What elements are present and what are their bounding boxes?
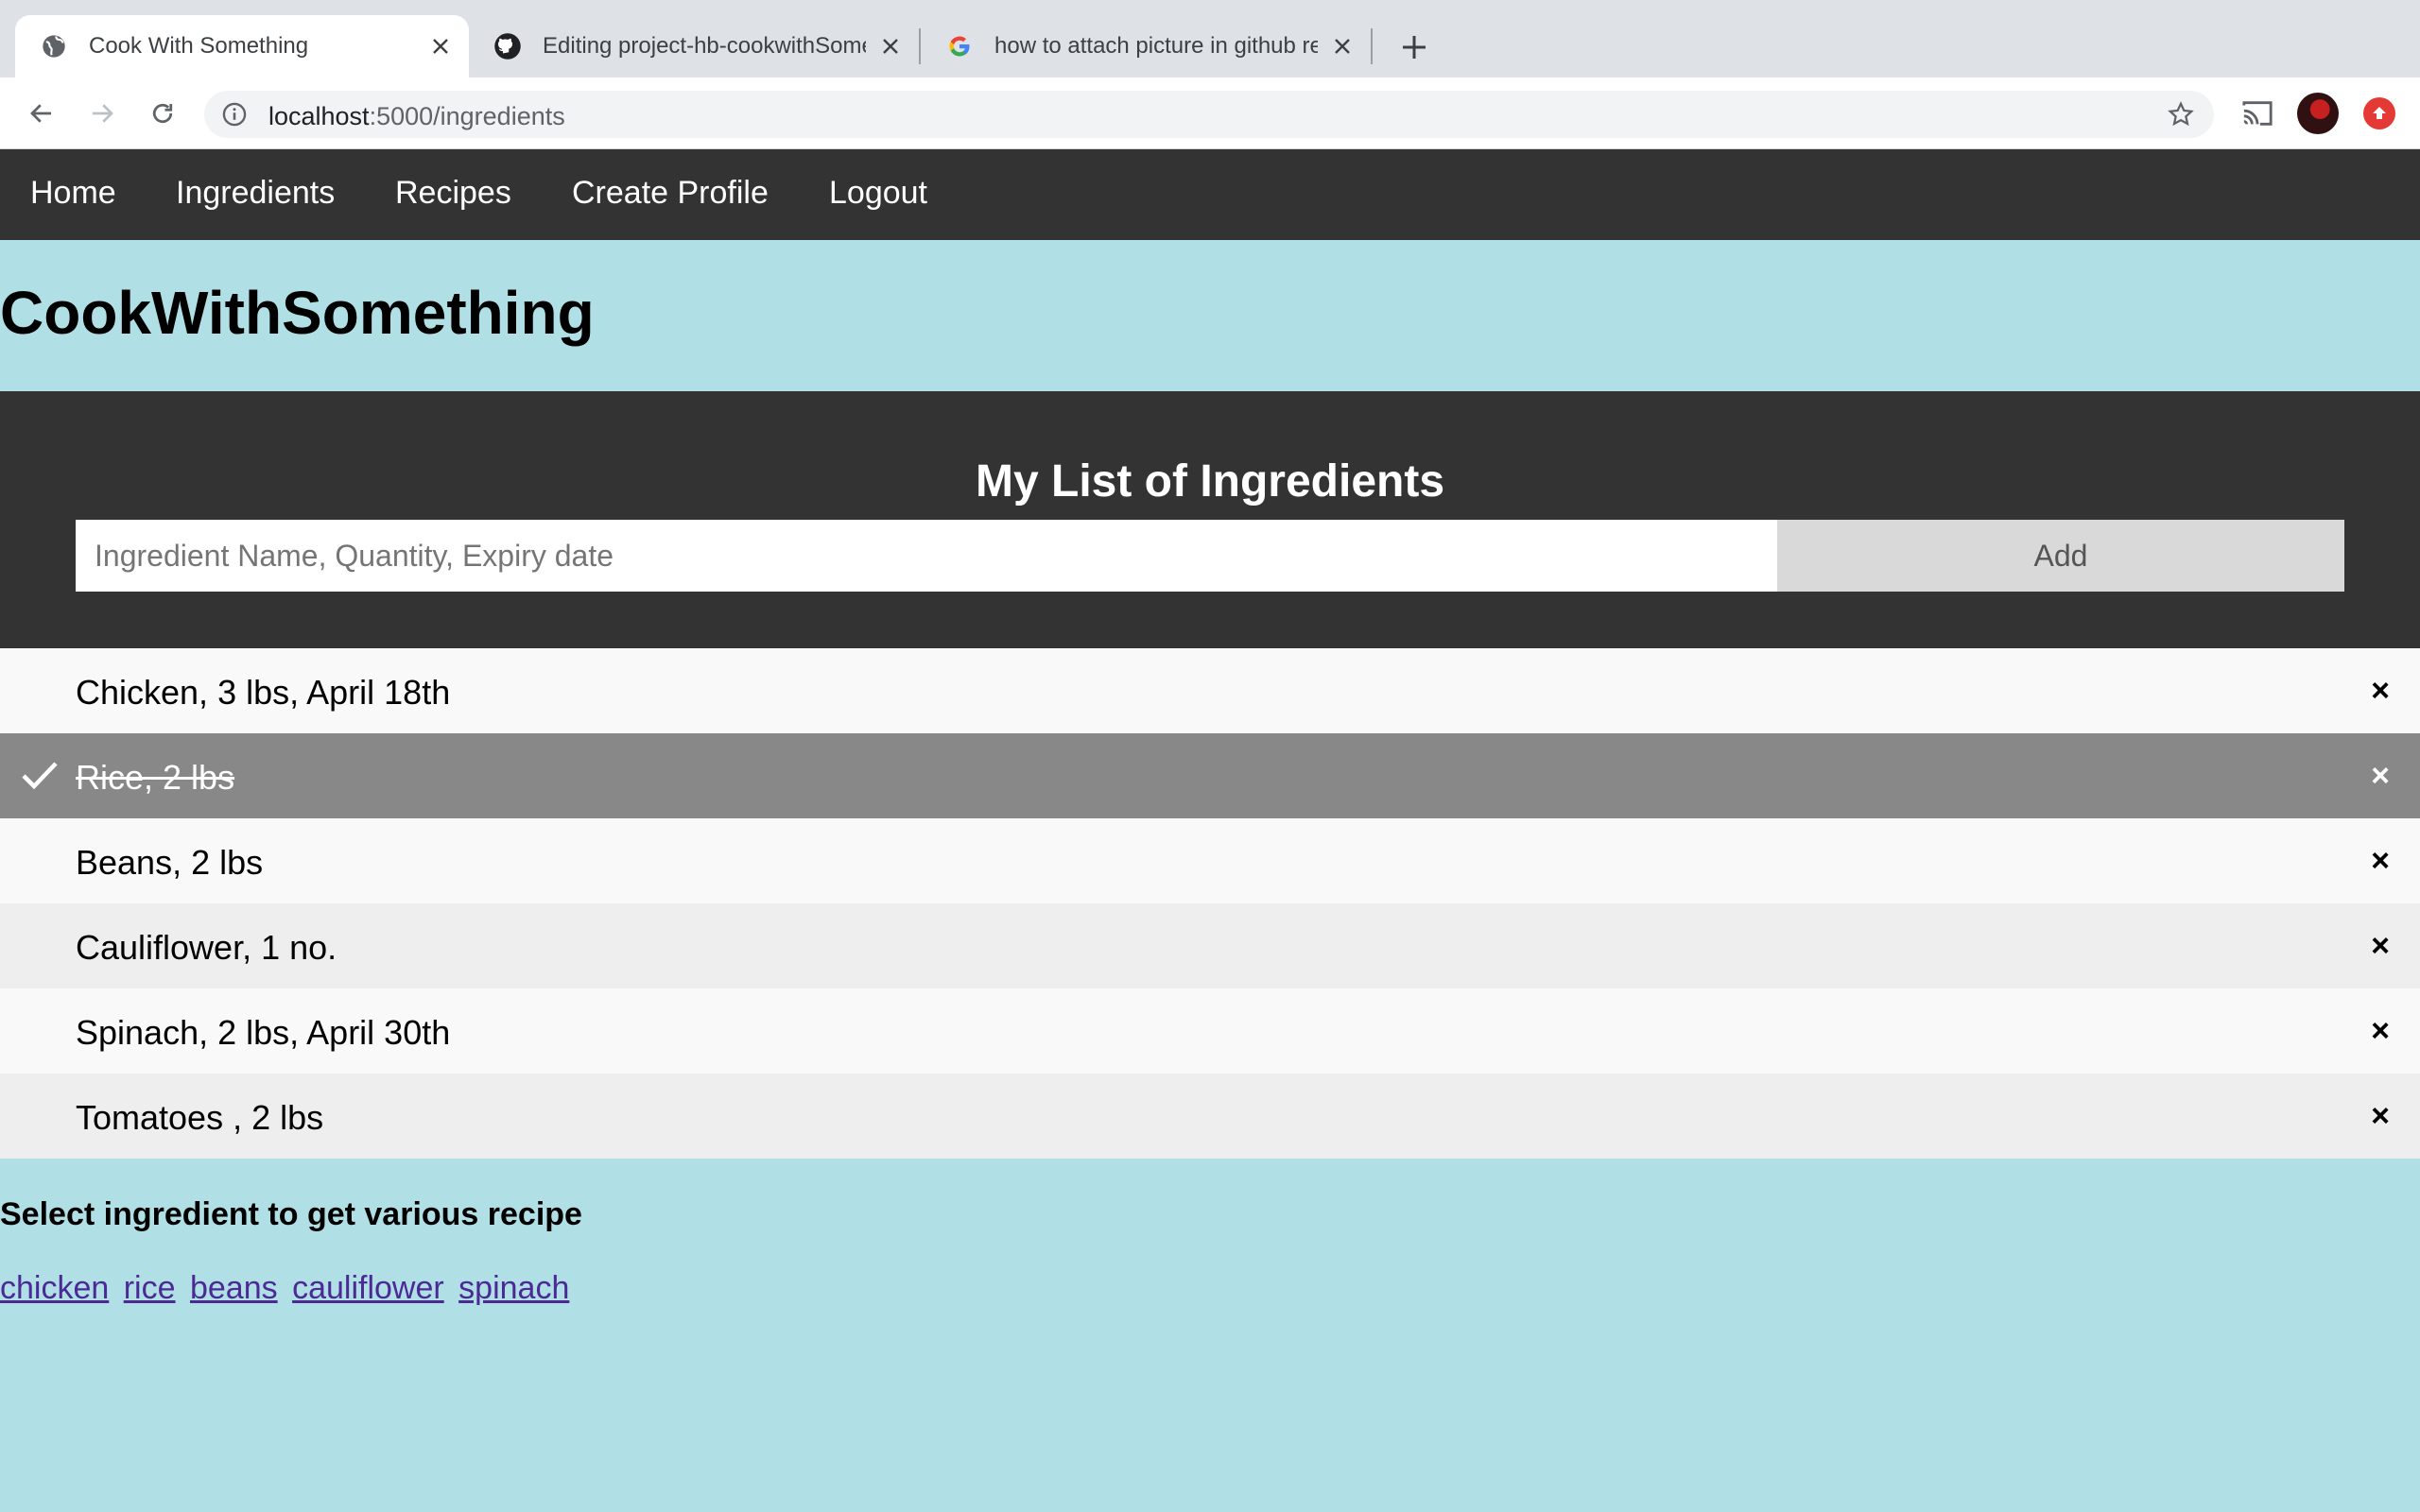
list-item[interactable]: Chicken, 3 lbs, April 18th × (0, 648, 2420, 733)
url-host: localhost (268, 102, 370, 130)
nav-ingredients[interactable]: Ingredients (176, 175, 335, 212)
new-tab-icon[interactable] (1397, 30, 1431, 64)
close-tab-icon[interactable] (425, 31, 456, 61)
checkmark-icon (21, 760, 59, 792)
update-arrow-icon[interactable] (2363, 97, 2395, 129)
recipe-link-chicken[interactable]: chicken (0, 1270, 109, 1306)
recipe-section-title: Select ingredient to get various recipe (0, 1196, 582, 1232)
list-item[interactable]: Spinach, 2 lbs, April 30th × (0, 988, 2420, 1074)
browser-tab-strip: Cook With Something Editing project-hb-c… (0, 0, 2420, 77)
close-icon[interactable]: × (2363, 1013, 2397, 1049)
browser-tab[interactable]: Editing project-hb-cookwithSomething (469, 15, 919, 77)
nav-create-profile[interactable]: Create Profile (572, 175, 769, 212)
back-arrow-icon[interactable] (23, 94, 60, 132)
forward-arrow-icon[interactable] (83, 94, 121, 132)
close-tab-icon[interactable] (875, 31, 906, 61)
browser-tab[interactable]: how to attach picture in github readme (921, 15, 1371, 77)
top-navbar: Home Ingredients Recipes Create Profile … (0, 149, 2420, 240)
tab-title: Editing project-hb-cookwithSomething (543, 33, 866, 59)
ingredient-text: Spinach, 2 lbs, April 30th (76, 1013, 451, 1052)
ingredient-text: Beans, 2 lbs (76, 843, 264, 882)
site-title: CookWithSomething (0, 279, 595, 347)
tab-title: how to attach picture in github readme (994, 33, 1318, 59)
google-icon (945, 32, 974, 60)
info-icon[interactable] (221, 101, 248, 128)
recipe-link-beans[interactable]: beans (190, 1270, 278, 1306)
ingredient-text: Tomatoes , 2 lbs (76, 1098, 324, 1137)
cast-icon[interactable] (2238, 94, 2276, 132)
globe-icon (40, 32, 68, 60)
recipe-link-cauliflower[interactable]: cauliflower (292, 1270, 444, 1306)
ingredients-header-panel: My List of Ingredients Add (0, 391, 2420, 648)
ingredient-text: Cauliflower, 1 no. (76, 928, 337, 967)
nav-recipes[interactable]: Recipes (395, 175, 511, 212)
close-tab-icon[interactable] (1327, 31, 1357, 61)
tab-divider (1371, 28, 1373, 64)
close-icon[interactable]: × (2363, 1098, 2397, 1134)
ingredient-text: Rice, 2 lbs (76, 758, 235, 797)
tab-title: Cook With Something (89, 33, 309, 59)
close-icon[interactable]: × (2363, 673, 2397, 709)
browser-toolbar: localhost:5000/ingredients (0, 77, 2420, 149)
reload-icon[interactable] (144, 94, 182, 132)
bookmark-star-icon[interactable] (2167, 100, 2195, 129)
web-page: Home Ingredients Recipes Create Profile … (0, 149, 2420, 1512)
list-item[interactable]: Cauliflower, 1 no. × (0, 903, 2420, 988)
list-item[interactable]: Beans, 2 lbs × (0, 818, 2420, 903)
close-icon[interactable]: × (2363, 928, 2397, 964)
close-icon[interactable]: × (2363, 843, 2397, 879)
profile-avatar[interactable] (2297, 93, 2339, 134)
url-path: :5000/ingredients (369, 102, 565, 130)
nav-home[interactable]: Home (30, 175, 116, 212)
github-icon (493, 32, 522, 60)
recipe-link-rice[interactable]: rice (124, 1270, 176, 1306)
ingredients-heading: My List of Ingredients (975, 456, 1445, 507)
list-item[interactable]: Tomatoes , 2 lbs × (0, 1074, 2420, 1159)
ingredient-text: Chicken, 3 lbs, April 18th (76, 673, 451, 712)
close-icon[interactable]: × (2363, 758, 2397, 794)
ingredient-input[interactable] (76, 520, 1777, 592)
recipe-links: chicken rice beans cauliflower spinach (0, 1270, 575, 1307)
add-button[interactable]: Add (1777, 520, 2344, 592)
list-item-checked[interactable]: Rice, 2 lbs × (0, 733, 2420, 818)
recipe-link-spinach[interactable]: spinach (458, 1270, 569, 1306)
browser-tab-active[interactable]: Cook With Something (15, 15, 469, 77)
url-text: localhost:5000/ingredients (268, 102, 565, 131)
nav-logout[interactable]: Logout (829, 175, 927, 212)
address-bar[interactable]: localhost:5000/ingredients (204, 91, 2214, 138)
ingredient-list: Chicken, 3 lbs, April 18th × Rice, 2 lbs… (0, 648, 2420, 1159)
